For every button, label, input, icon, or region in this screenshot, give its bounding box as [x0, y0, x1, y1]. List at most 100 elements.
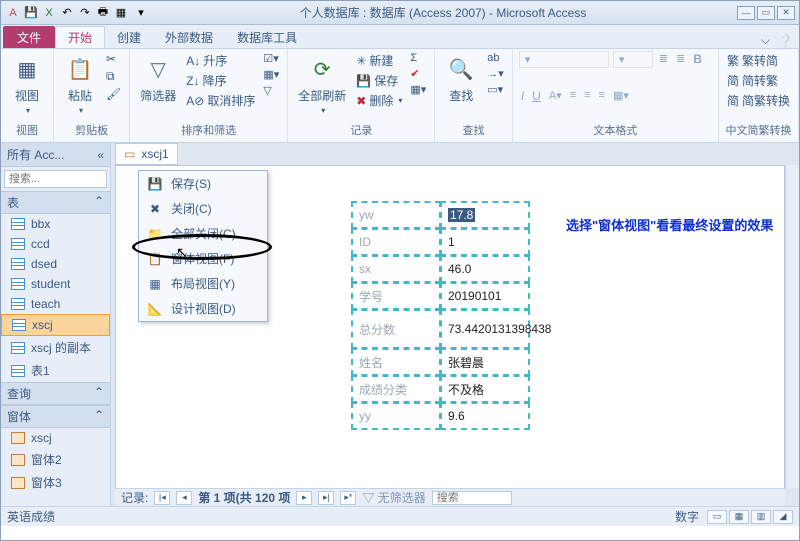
nav-category-tables[interactable]: 表⌃ — [1, 191, 110, 214]
context-menu-item[interactable]: 📋窗体视图(F) — [139, 246, 267, 271]
nav-form-item[interactable]: xscj — [1, 428, 110, 448]
paste-button[interactable]: 📋 粘贴 ▾ — [60, 51, 100, 117]
nav-form-item[interactable]: 窗体2 — [1, 448, 110, 471]
print-icon[interactable]: 🖶 — [95, 5, 111, 21]
trad-to-simp-button[interactable]: 繁繁转简 — [725, 51, 792, 70]
goto-button[interactable]: →▾ — [485, 66, 506, 81]
font-family[interactable]: ▾ — [519, 51, 609, 68]
context-menu-item[interactable]: 💾保存(S) — [139, 171, 267, 196]
cut-button[interactable]: ✂ — [104, 51, 123, 67]
underline-button[interactable]: U — [530, 88, 543, 104]
next-record-button[interactable]: ▸ — [296, 491, 312, 505]
align-right-button[interactable]: ≡ — [597, 88, 607, 102]
nav-search-input[interactable] — [4, 170, 107, 188]
context-menu-item[interactable]: ✖关闭(C) — [139, 196, 267, 221]
datasheet-view-button[interactable]: ▦ — [729, 510, 749, 524]
field-value[interactable]: 46.0 — [440, 255, 530, 283]
font-size[interactable]: ▾ — [613, 51, 653, 68]
italic-button[interactable]: I — [519, 88, 526, 104]
no-filter-label[interactable]: ▽ 无筛选器 — [362, 489, 425, 506]
field-value[interactable]: 73.4420131398438 — [440, 309, 530, 349]
toggle-filter-button[interactable]: ▽ — [261, 83, 281, 98]
document-tab[interactable]: ▭ xscj1 — [115, 143, 178, 165]
save-record-button[interactable]: 💾保存 — [354, 71, 404, 90]
field-value[interactable]: 9.6 — [440, 402, 530, 430]
prev-record-button[interactable]: ◂ — [176, 491, 192, 505]
undo-icon[interactable]: ↶ — [59, 5, 75, 21]
file-tab[interactable]: 文件 — [3, 26, 55, 48]
more-records-button[interactable]: ▦▾ — [408, 82, 428, 97]
nav-header[interactable]: 所有 Acc... « — [1, 143, 110, 167]
context-menu-item[interactable]: 📁全部关闭(C) — [139, 221, 267, 246]
nav-form-item[interactable]: 窗体3 — [1, 471, 110, 494]
tab-external-data[interactable]: 外部数据 — [153, 26, 225, 48]
datasheet-icon[interactable]: ▦ — [113, 5, 129, 21]
new-record-button[interactable]: ✳新建 — [354, 51, 404, 70]
field-label[interactable]: 成绩分类 — [351, 375, 441, 403]
bullets-button[interactable]: ≣ — [657, 51, 670, 66]
nav-table-item[interactable]: ccd — [1, 234, 110, 254]
nav-table-item[interactable]: dsed — [1, 254, 110, 274]
context-menu-item[interactable]: 📐设计视图(D) — [139, 296, 267, 321]
field-value[interactable]: 17.8 — [440, 201, 530, 229]
font-color-button[interactable]: A▾ — [547, 88, 564, 103]
field-label[interactable]: yw — [351, 201, 441, 229]
design-canvas[interactable]: 💾保存(S)✖关闭(C)📁全部关闭(C)📋窗体视图(F)▦布局视图(Y)📐设计视… — [115, 165, 785, 506]
filter-button[interactable]: ▽ 筛选器 — [136, 51, 180, 106]
help-icon[interactable]: ❔ — [778, 34, 793, 48]
nav-table-item[interactable]: student — [1, 274, 110, 294]
nav-table-item[interactable]: xscj — [1, 314, 110, 336]
field-value[interactable]: 20190101 — [440, 282, 530, 310]
numbering-button[interactable]: ≣ — [674, 51, 687, 66]
first-record-button[interactable]: |◂ — [154, 491, 170, 505]
nav-table-item[interactable]: teach — [1, 294, 110, 314]
nav-category-queries[interactable]: 查询⌃ — [1, 382, 110, 405]
vertical-scrollbar[interactable] — [785, 165, 799, 488]
spelling-button[interactable]: ✔ — [408, 66, 428, 81]
advanced-filter-button[interactable]: ▦▾ — [261, 67, 281, 82]
tab-home[interactable]: 开始 — [55, 26, 105, 48]
save-icon[interactable]: 💾 — [23, 5, 39, 21]
nav-table-item[interactable]: bbx — [1, 214, 110, 234]
fill-color-button[interactable]: ▦▾ — [611, 88, 631, 103]
copy-button[interactable]: ⧉ — [104, 68, 123, 85]
new-record-nav-button[interactable]: ▸* — [340, 491, 356, 505]
field-value[interactable]: 不及格 — [440, 375, 530, 403]
design-view-button[interactable]: ◢ — [773, 510, 793, 524]
find-button[interactable]: 🔍 查找 — [441, 51, 481, 106]
replace-button[interactable]: ab — [485, 51, 506, 65]
clear-sort-button[interactable]: A⊘取消排序 — [184, 91, 257, 110]
delete-record-button[interactable]: ✖删除▾ — [354, 91, 404, 110]
maximize-button[interactable]: ▭ — [757, 6, 775, 20]
field-label[interactable]: ID — [351, 228, 441, 256]
minimize-button[interactable]: — — [737, 6, 755, 20]
context-menu-item[interactable]: ▦布局视图(Y) — [139, 271, 267, 296]
nav-collapse-icon[interactable]: « — [97, 148, 104, 162]
bold-button[interactable]: B — [691, 51, 704, 67]
field-value[interactable]: 张碧晨 — [440, 348, 530, 376]
field-label[interactable]: 总分数 — [351, 309, 441, 349]
selection-filter-button[interactable]: ☑▾ — [261, 51, 281, 66]
tab-database-tools[interactable]: 数据库工具 — [225, 26, 309, 48]
form-view-button[interactable]: ▭ — [707, 510, 727, 524]
close-button[interactable]: ✕ — [777, 6, 795, 20]
record-search-input[interactable] — [432, 491, 512, 505]
simp-to-trad-button[interactable]: 简简转繁 — [725, 71, 792, 90]
tab-create[interactable]: 创建 — [105, 26, 153, 48]
sort-desc-button[interactable]: Z↓降序 — [184, 71, 257, 90]
nav-table-item[interactable]: xscj 的副本 — [1, 336, 110, 359]
field-value[interactable]: 1 — [440, 228, 530, 256]
view-button[interactable]: ▦ 视图 ▾ — [7, 51, 47, 117]
qat-dropdown-icon[interactable]: ▾ — [133, 5, 149, 21]
nav-table-item[interactable]: 表1 — [1, 359, 110, 382]
align-center-button[interactable]: ≡ — [582, 88, 592, 102]
field-label[interactable]: yy — [351, 402, 441, 430]
align-left-button[interactable]: ≡ — [568, 88, 578, 102]
ribbon-collapse-icon[interactable]: ⌵ — [761, 33, 770, 48]
last-record-button[interactable]: ▸| — [318, 491, 334, 505]
layout-view-button[interactable]: ▥ — [751, 510, 771, 524]
nav-category-forms[interactable]: 窗体⌃ — [1, 405, 110, 428]
redo-icon[interactable]: ↷ — [77, 5, 93, 21]
refresh-all-button[interactable]: ⟳ 全部刷新 ▾ — [294, 51, 350, 117]
select-button[interactable]: ▭▾ — [485, 82, 506, 97]
